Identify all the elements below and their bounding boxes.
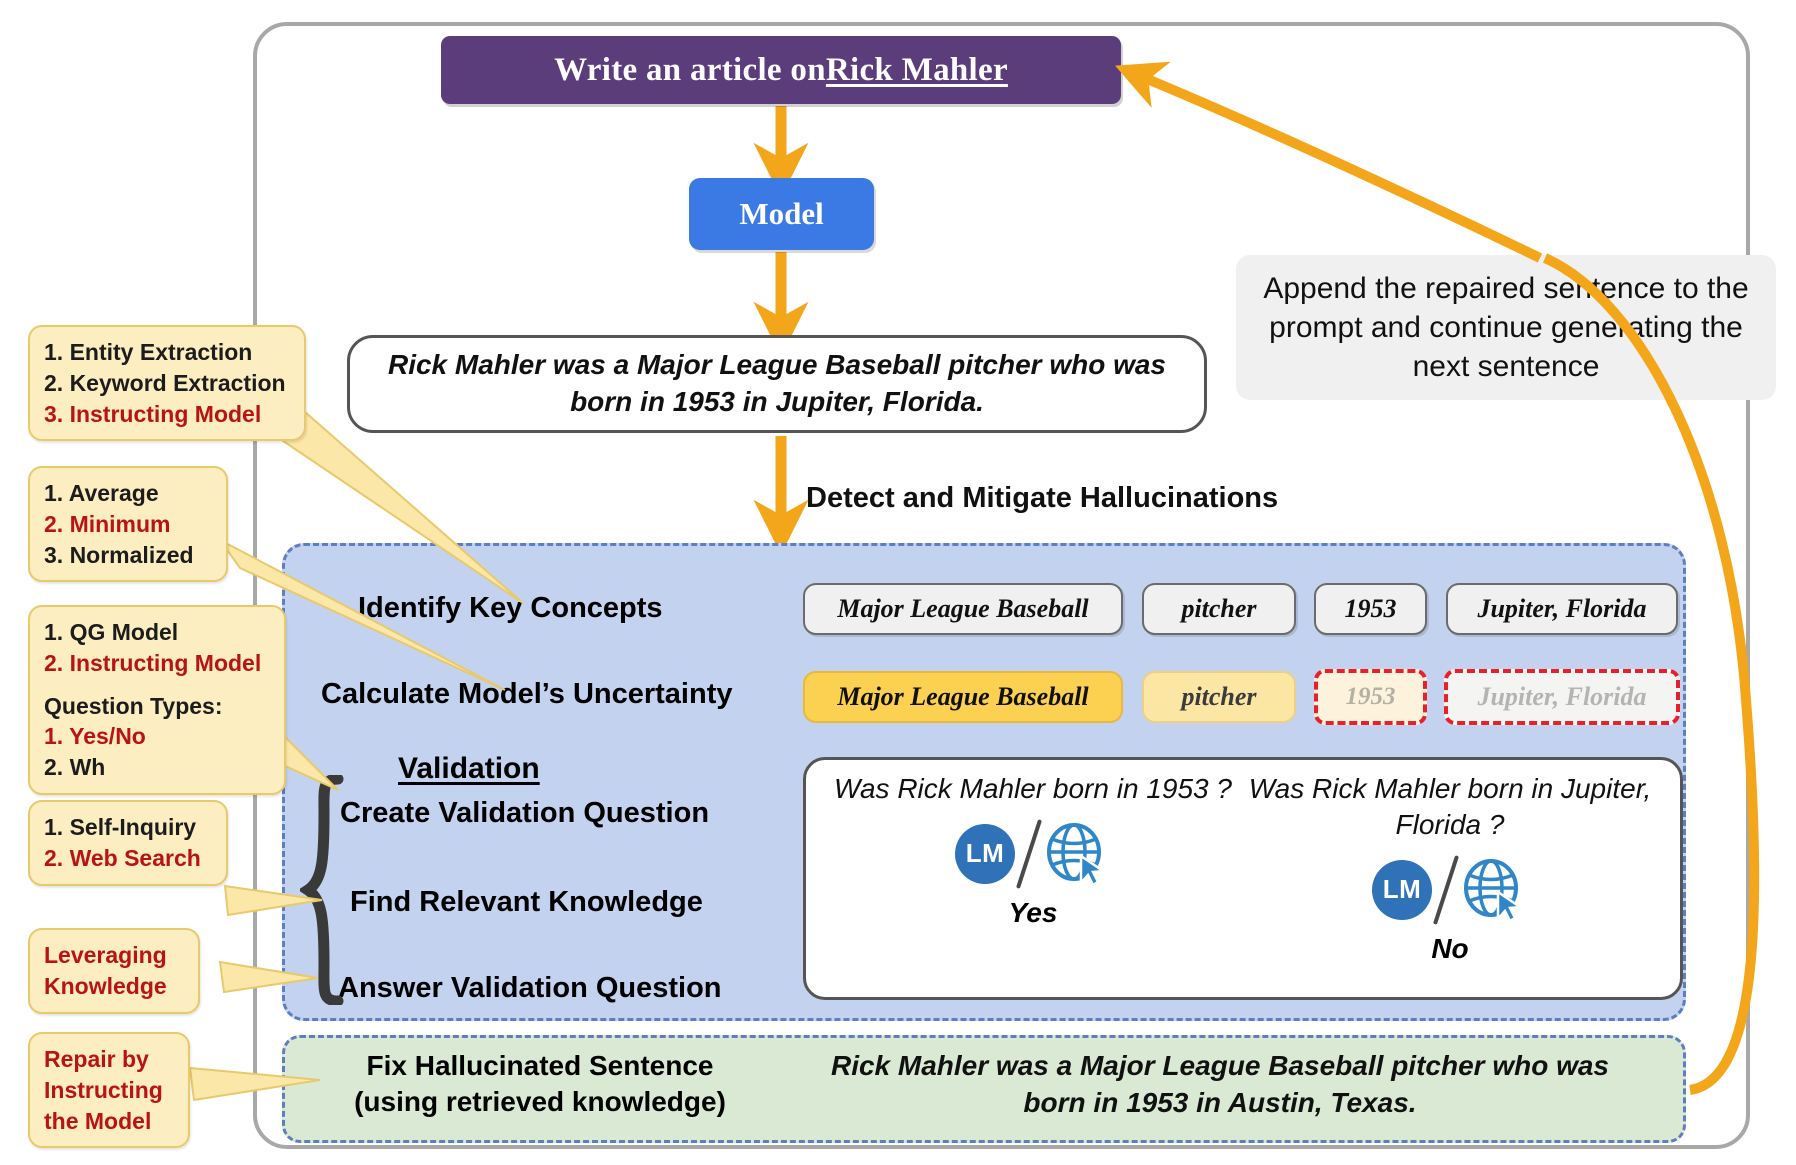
arrow-append-to-prompt — [1115, 61, 1543, 263]
arrow-fix-to-append — [1542, 253, 1760, 1095]
diagram-canvas: Write an article on Rick Mahler Model Ri… — [0, 0, 1796, 1165]
feedback-arrow-layer — [1115, 61, 1760, 1095]
